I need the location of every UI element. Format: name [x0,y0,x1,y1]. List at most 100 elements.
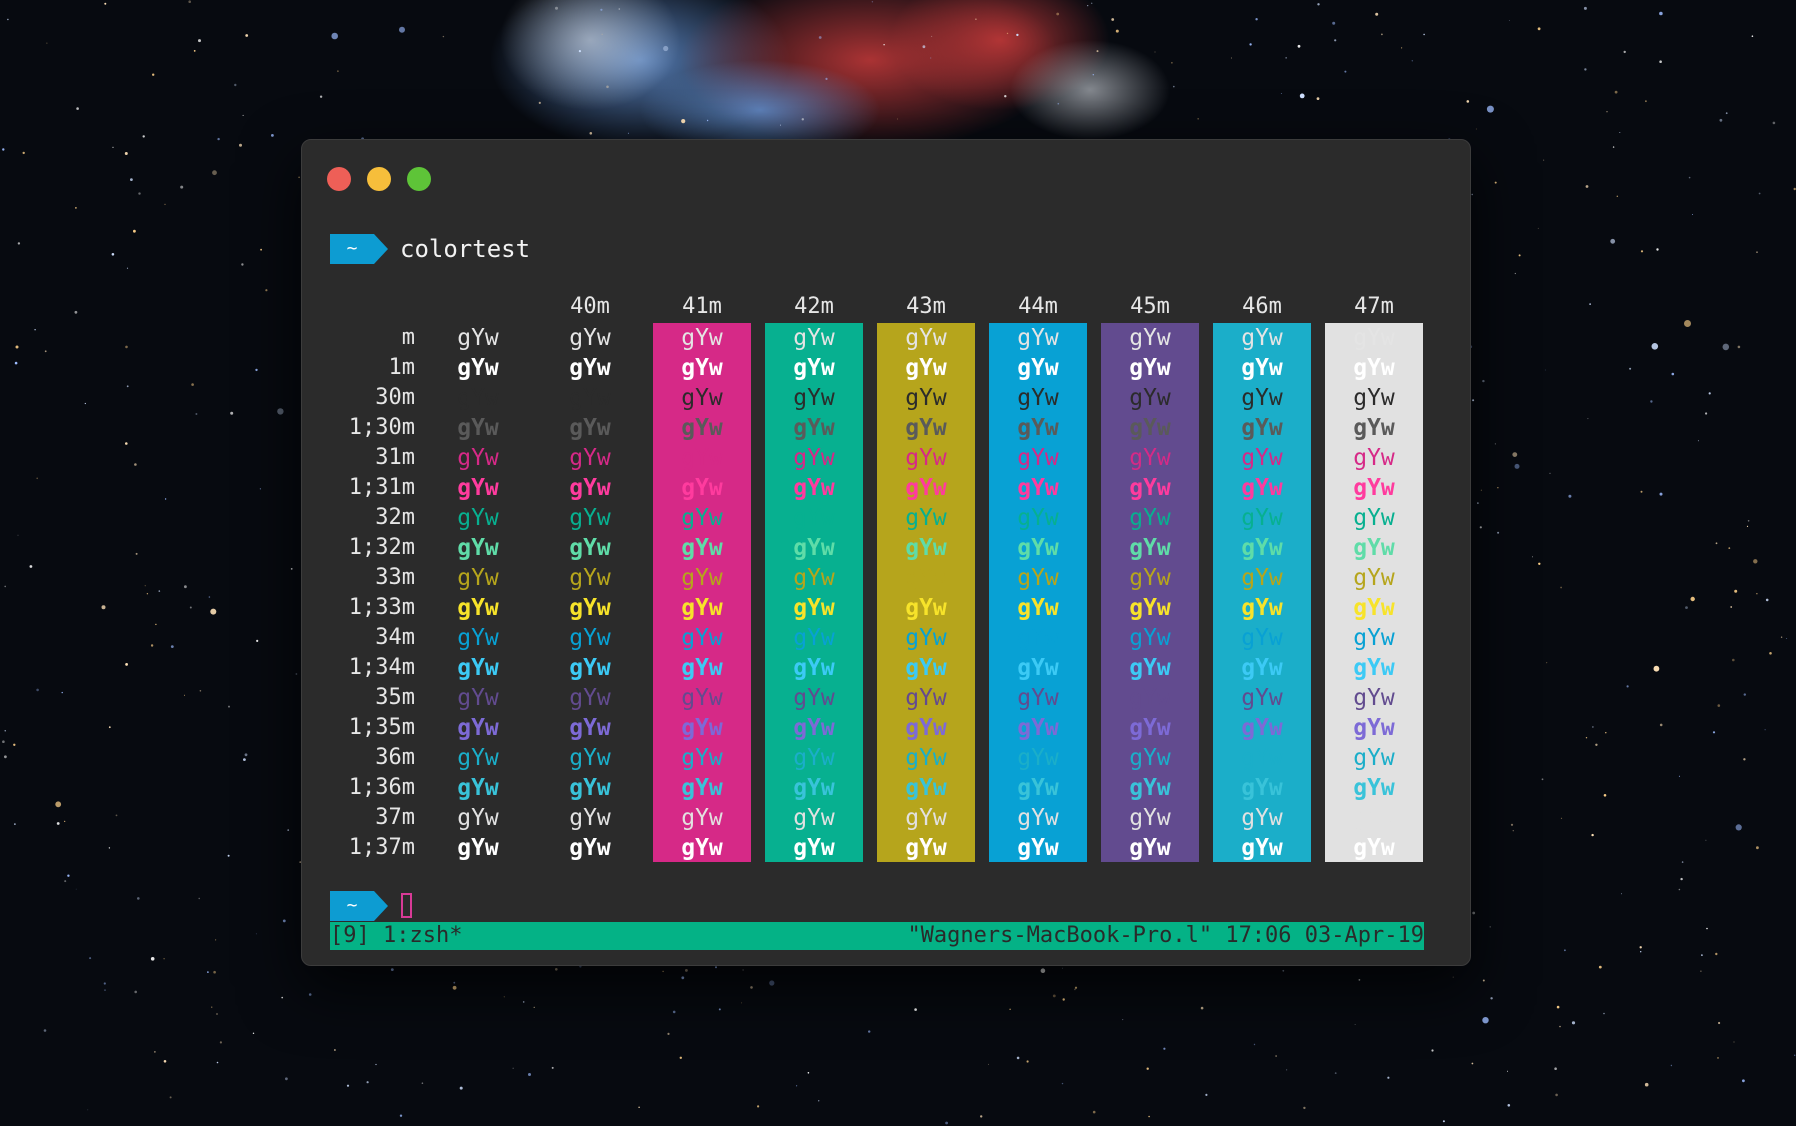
color-sample-cell: gYw [793,595,835,621]
color-sample-cell: gYw [1129,325,1171,351]
color-sample-cell: gYw [905,355,947,381]
color-sample-cell: gYw [1241,595,1283,621]
color-sample-cell: gYw [681,595,723,621]
color-sample-cell: gYw [1017,355,1059,381]
color-sample-cell: gYw [1129,445,1171,471]
color-sample-cell: gYw [681,655,723,681]
color-sample-cell: gYw [1353,385,1395,411]
color-sample-cell: gYw [905,745,947,771]
color-sample-cell: gYw [1017,505,1059,531]
color-sample-cell: gYw [681,445,723,471]
row-label: 36m [375,745,415,770]
row-label: 1;32m [348,535,415,560]
color-sample-cell: gYw [1353,835,1395,861]
color-sample-cell: gYw [905,445,947,471]
color-sample-cell: gYw [793,715,835,741]
color-sample-cell: gYw [457,445,499,471]
color-sample-cell: gYw [681,625,723,651]
color-sample-cell: gYw [1353,535,1395,561]
color-sample-cell: gYw [905,835,947,861]
color-sample-cell: gYw [793,475,835,501]
row-label: 1;37m [348,835,415,860]
color-sample-cell: gYw [1353,625,1395,651]
color-sample-cell: gYw [681,685,723,711]
color-sample-cell: gYw [1353,655,1395,681]
color-sample-cell: gYw [1017,565,1059,591]
status-host-time: "Wagners-MacBook-Pro.l" 17:06 03-Apr-19 [907,923,1424,948]
color-sample-cell: gYw [1353,415,1395,441]
status-window-list[interactable]: [9] 1:zsh* [330,922,462,950]
color-sample-cell: gYw [569,745,611,771]
color-sample-cell: gYw [1353,355,1395,381]
color-sample-cell: gYw [569,685,611,711]
color-sample-cell: gYw [1129,535,1171,561]
command-text: colortest [400,235,531,263]
color-sample-cell: gYw [457,685,499,711]
color-sample-cell: gYw [569,775,611,801]
color-sample-cell: gYw [1241,445,1283,471]
color-sample-cell: gYw [1017,835,1059,861]
color-sample-cell: gYw [569,385,611,411]
color-sample-cell: gYw [1129,565,1171,591]
row-label: 31m [375,445,415,470]
color-sample-cell: gYw [569,565,611,591]
color-sample-cell: gYw [569,445,611,471]
row-label: 1;36m [348,775,415,800]
close-button[interactable] [327,167,351,191]
color-sample-cell: gYw [1017,325,1059,351]
color-sample-cell: gYw [793,385,835,411]
column-header: 45m [1130,294,1170,319]
color-sample-cell: gYw [569,595,611,621]
color-sample-cell: gYw [457,325,499,351]
color-sample-cell: gYw [1241,655,1283,681]
color-sample-cell: gYw [1353,775,1395,801]
color-sample-cell: gYw [1241,715,1283,741]
color-sample-cell: gYw [1129,655,1171,681]
minimize-button[interactable] [367,167,391,191]
color-sample-cell: gYw [457,715,499,741]
color-sample-cell: gYw [905,535,947,561]
color-sample-cell: gYw [457,355,499,381]
color-sample-cell: gYw [793,625,835,651]
color-sample-cell: gYw [681,535,723,561]
row-label: 1m [388,355,416,380]
color-sample-cell: gYw [1129,805,1171,831]
tmux-status-bar: [9] 1:zsh* "Wagners-MacBook-Pro.l" 17:06… [330,922,1424,950]
row-label: 1;33m [348,595,415,620]
color-sample-cell: gYw [905,775,947,801]
text-cursor[interactable] [401,893,412,918]
color-sample-cell: gYw [569,415,611,441]
color-sample-cell: gYw [569,715,611,741]
color-sample-cell: gYw [1017,385,1059,411]
maximize-button[interactable] [407,167,431,191]
color-sample-cell: gYw [793,535,835,561]
column-header: 46m [1242,294,1282,319]
color-sample-cell: gYw [1129,745,1171,771]
row-label: 1;34m [348,655,415,680]
color-sample-cell: gYw [1017,715,1059,741]
color-sample-cell: gYw [1017,445,1059,471]
color-sample-cell: gYw [1241,745,1283,771]
row-label: 34m [375,625,415,650]
color-sample-cell: gYw [1353,475,1395,501]
row-label: 1;30m [348,415,415,440]
color-sample-cell: gYw [457,475,499,501]
color-sample-cell: gYw [793,685,835,711]
terminal-window[interactable]: ~ colortest 40m 41m 42m 43m 44m 45m 46m 47m m gYw… [301,139,1471,966]
prompt-tilde: ~ [346,895,358,916]
color-sample-cell: gYw [793,805,835,831]
column-header: 47m [1354,294,1394,319]
color-sample-cell: gYw [1017,745,1059,771]
color-sample-cell: gYw [1353,745,1395,771]
color-sample-cell: gYw [905,415,947,441]
color-sample-cell: gYw [1241,625,1283,651]
color-sample-cell: gYw [905,385,947,411]
color-sample-cell: gYw [569,655,611,681]
color-sample-cell: gYw [681,745,723,771]
color-sample-cell: gYw [569,805,611,831]
color-sample-cell: gYw [905,715,947,741]
color-sample-cell: gYw [793,565,835,591]
color-sample-cell: gYw [681,355,723,381]
row-label: 1;35m [348,715,415,740]
color-sample-cell: gYw [569,625,611,651]
